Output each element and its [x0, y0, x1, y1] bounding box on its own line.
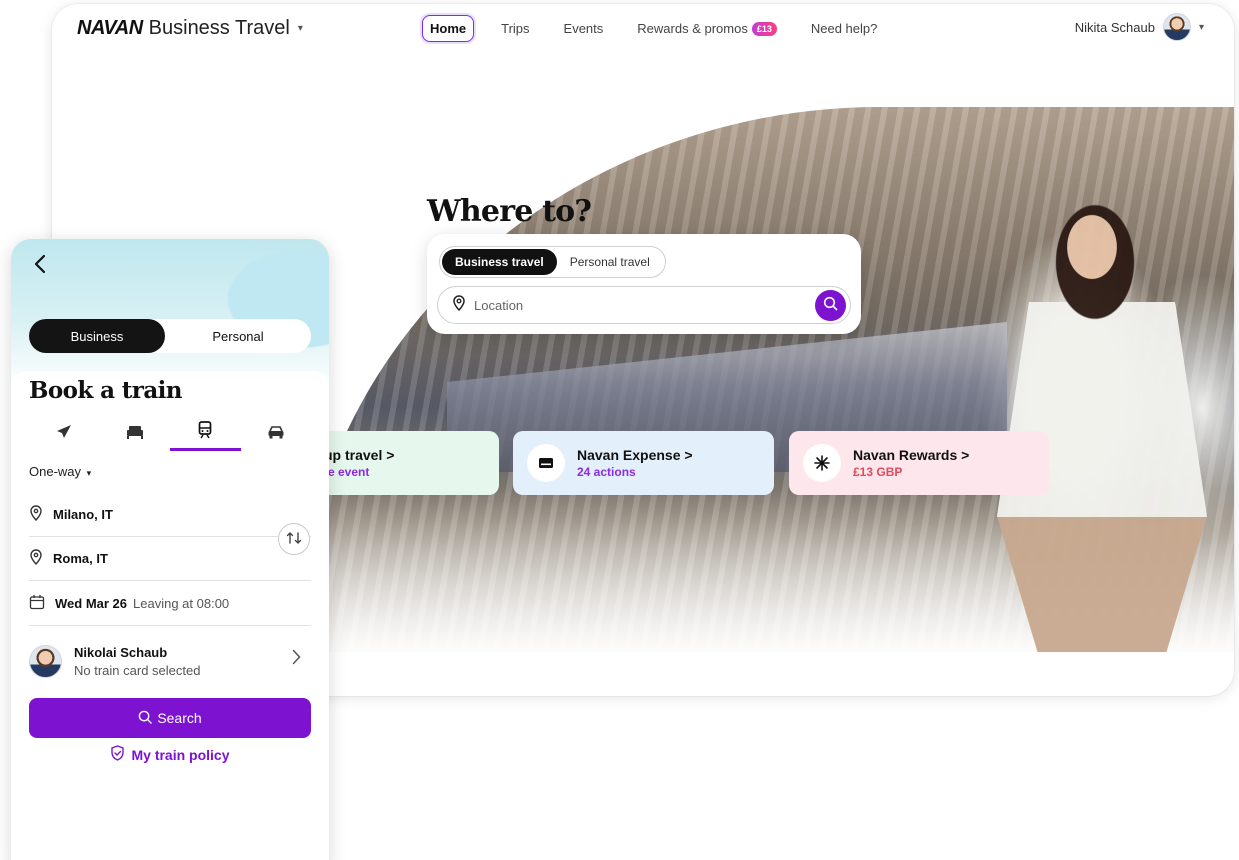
search-icon	[823, 296, 838, 316]
trip-type-dropdown[interactable]: One-way ▾	[29, 464, 91, 479]
product-name: Business Travel	[148, 17, 290, 39]
nav-need-help[interactable]: Need help?	[804, 16, 885, 41]
car-icon	[267, 425, 285, 444]
group-travel-title: up travel >	[324, 447, 395, 463]
avatar	[1162, 13, 1191, 41]
hotel-icon	[126, 425, 144, 444]
origin-field[interactable]: Milano, IT	[29, 493, 311, 537]
nav-rewards-label: Rewards & promos	[637, 21, 748, 36]
destination-field[interactable]: Roma, IT	[29, 537, 311, 581]
business-travel-option[interactable]: Business travel	[442, 249, 557, 275]
card-icon	[527, 444, 565, 482]
chevron-down-icon: ▾	[1198, 21, 1204, 33]
flight-icon	[55, 423, 73, 446]
train-policy-link[interactable]: My train policy	[11, 745, 329, 764]
location-pin-icon	[29, 505, 43, 524]
search-card: Business travel Personal travel	[427, 234, 861, 334]
mobile-header: Business Personal	[11, 239, 329, 389]
travel-type-toggle: Business travel Personal travel	[439, 246, 666, 278]
back-icon[interactable]	[33, 253, 47, 281]
sparkle-icon	[803, 444, 841, 482]
personal-travel-option[interactable]: Personal travel	[557, 249, 663, 275]
avatar	[29, 644, 62, 678]
navan-rewards-tile[interactable]: Navan Rewards > £13 GBP	[789, 431, 1049, 495]
hero-photo	[297, 107, 1234, 652]
nav-help-label: Need help?	[810, 21, 878, 36]
location-pin-icon	[452, 294, 466, 316]
nav-events-label: Events	[563, 21, 604, 36]
policy-label: My train policy	[131, 746, 230, 763]
business-personal-toggle: Business Personal	[29, 319, 311, 353]
hero-title: Where to?	[427, 194, 592, 229]
navan-expense-tile[interactable]: Navan Expense > 24 actions	[513, 431, 774, 495]
tab-car[interactable]	[241, 417, 312, 451]
tab-train[interactable]	[170, 417, 241, 451]
main-nav: Home Trips Events Rewards & promos £13 N…	[422, 15, 904, 42]
swap-icon	[286, 531, 302, 548]
navan-rewards-title: Navan Rewards >	[853, 447, 970, 463]
nav-home-label: Home	[430, 21, 467, 36]
location-input[interactable]	[474, 297, 774, 313]
tab-flight[interactable]	[29, 417, 100, 451]
nav-trips-label: Trips	[501, 21, 530, 36]
nav-home[interactable]: Home	[422, 15, 475, 42]
search-button-label: Search	[157, 710, 202, 726]
train-card-status: No train card selected	[74, 662, 201, 678]
nav-events[interactable]: Events	[557, 16, 611, 41]
transport-mode-tabs	[29, 417, 311, 451]
traveller-row[interactable]: Nikolai Schaub No train card selected	[29, 633, 311, 689]
page-title: Book a train	[29, 377, 182, 404]
shield-check-icon	[110, 745, 125, 764]
group-travel-subtitle: te event	[324, 465, 370, 479]
search-icon	[138, 710, 153, 727]
date-field[interactable]: Wed Mar 26 Leaving at 08:00	[29, 582, 311, 626]
train-icon	[198, 421, 212, 444]
navan-logo: NAVAN	[77, 17, 143, 39]
mobile-app-panel: Business Personal Book a train One-way ▾…	[11, 239, 329, 860]
rewards-badge: £13	[751, 21, 777, 36]
user-name: Nikita Schaub	[1074, 19, 1155, 35]
top-navigation-bar: NAVAN Business Travel ▾ Home Trips Event…	[52, 4, 1234, 52]
navan-expense-title: Navan Expense >	[577, 447, 693, 463]
location-pin-icon	[29, 549, 43, 568]
location-field	[437, 286, 851, 324]
trip-type-label: One-way	[29, 464, 82, 479]
date-value: Wed Mar 26	[55, 596, 128, 611]
destination-value: Roma, IT	[53, 551, 108, 566]
nav-trips[interactable]: Trips	[494, 16, 536, 41]
search-train-button[interactable]: Search	[29, 698, 311, 738]
navan-expense-subtitle: 24 actions	[577, 465, 636, 479]
search-button[interactable]	[815, 290, 846, 321]
booking-form: Book a train One-way ▾ Milano, IT Roma, …	[11, 371, 329, 860]
business-segment[interactable]: Business	[29, 319, 165, 353]
navan-rewards-subtitle: £13 GBP	[853, 465, 903, 479]
personal-segment[interactable]: Personal	[165, 319, 311, 353]
traveller-illustration	[997, 187, 1207, 652]
swap-stations-button[interactable]	[278, 523, 310, 555]
chevron-down-icon: ▾	[297, 23, 303, 34]
nav-rewards-promos[interactable]: Rewards & promos £13	[630, 16, 784, 41]
origin-value: Milano, IT	[53, 507, 113, 522]
traveller-name: Nikolai Schaub	[74, 644, 168, 660]
chevron-right-icon	[292, 649, 301, 670]
calendar-icon	[29, 594, 45, 613]
brand-switcher[interactable]: NAVAN Business Travel ▾	[77, 17, 303, 40]
user-menu[interactable]: Nikita Schaub ▾	[1075, 13, 1204, 41]
chevron-down-icon: ▾	[86, 468, 92, 478]
time-value: Leaving at 08:00	[133, 596, 230, 611]
tab-hotel[interactable]	[100, 417, 171, 451]
